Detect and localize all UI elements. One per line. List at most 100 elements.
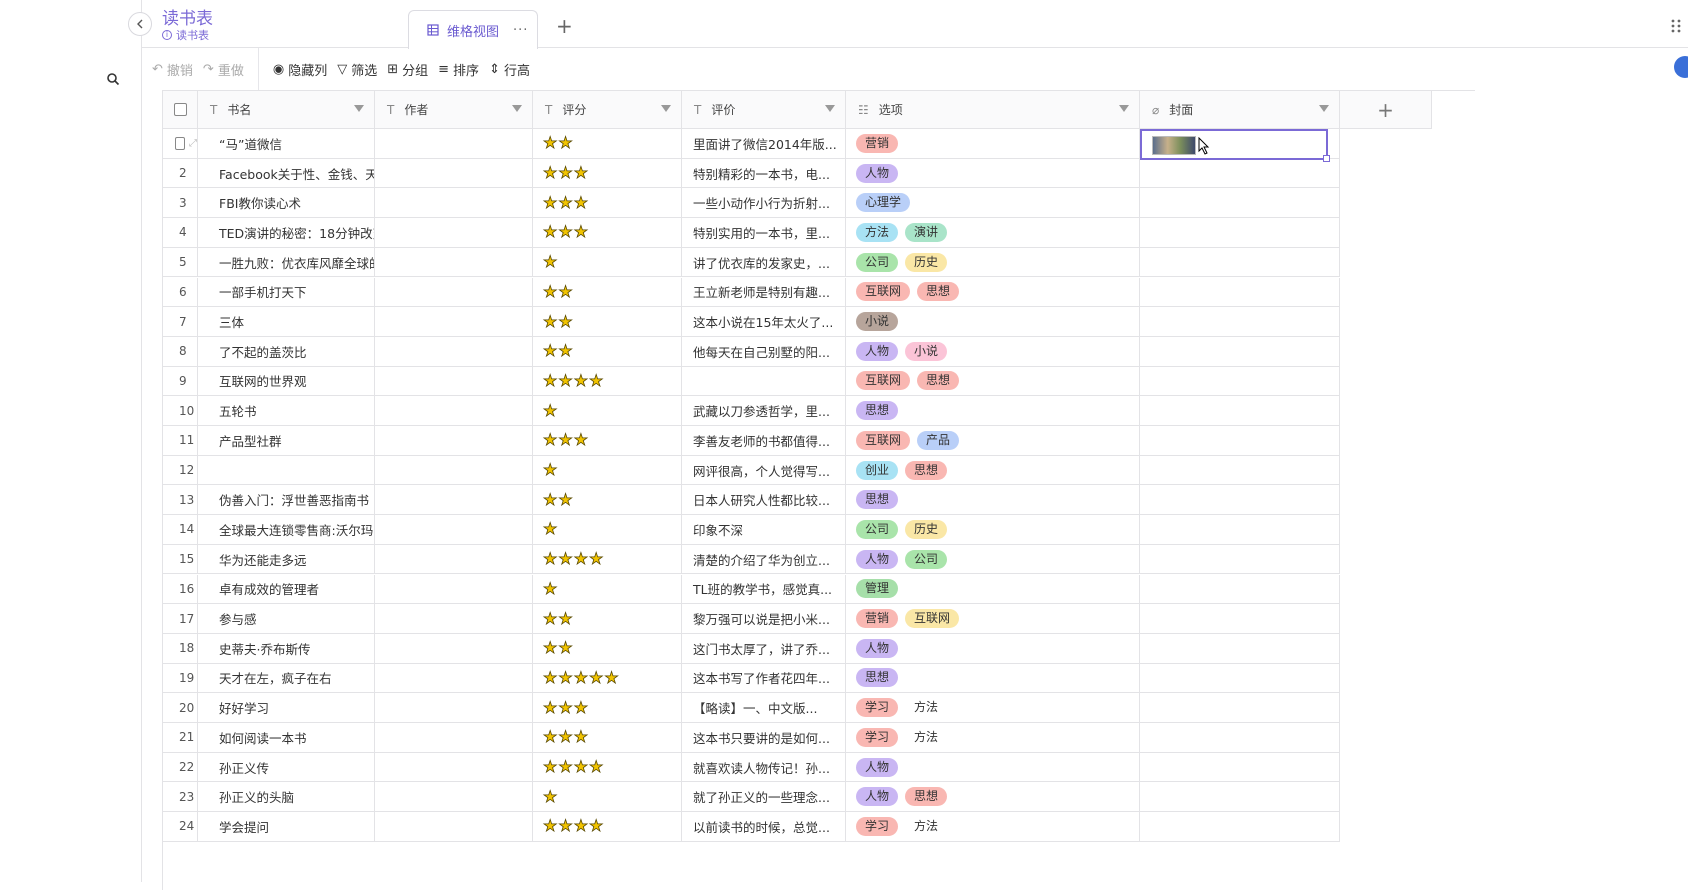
score-cell[interactable]: ★ ★ ★	[533, 158, 682, 189]
cover-cell[interactable]	[1140, 782, 1340, 813]
column-header-review[interactable]: T 评价	[682, 91, 846, 129]
cover-cell[interactable]	[1140, 485, 1340, 516]
author-cell[interactable]	[375, 604, 533, 634]
author-cell[interactable]	[375, 366, 533, 397]
review-cell[interactable]: 这本小说在15年太火了...	[682, 307, 846, 337]
undo-button[interactable]: ↶ 撤销	[152, 60, 193, 79]
author-cell[interactable]	[375, 455, 533, 486]
options-cell[interactable]: 学习 方法	[846, 723, 1140, 753]
table-row[interactable]: 12 ★ 网评很高，个人觉得写... 创业 思想	[163, 455, 1476, 486]
score-cell[interactable]: ★ ★	[533, 307, 682, 337]
table-row[interactable]: 18 史蒂夫·乔布斯传 ★ ★ 这门书太厚了，讲了乔... 人物	[163, 633, 1476, 664]
book-name-cell[interactable]: 三体	[198, 307, 375, 337]
select-all-checkbox[interactable]	[173, 103, 187, 116]
options-cell[interactable]: 人物 思想	[846, 782, 1140, 813]
review-cell[interactable]: 一些小动作小行为折射...	[682, 188, 846, 219]
options-cell[interactable]: 学习 方法	[846, 693, 1140, 723]
review-cell[interactable]: 清楚的介绍了华为创立...	[682, 544, 846, 575]
options-cell[interactable]: 公司 历史	[846, 247, 1140, 278]
cover-cell[interactable]	[1140, 633, 1340, 664]
options-cell[interactable]: 人物 公司	[846, 544, 1140, 575]
book-name-cell[interactable]: 互联网的世界观	[198, 366, 375, 397]
book-name-cell[interactable]: 华为还能走多远	[198, 544, 375, 575]
score-cell[interactable]: ★ ★ ★	[533, 693, 682, 723]
book-name-cell[interactable]: 好好学习	[198, 693, 375, 723]
options-cell[interactable]: 方法 演讲	[846, 218, 1140, 248]
review-cell[interactable]: 李善友老师的书都值得...	[682, 426, 846, 456]
score-cell[interactable]: ★ ★ ★ ★	[533, 812, 682, 842]
book-name-cell[interactable]: 天才在左，疯子在右	[198, 663, 375, 694]
options-cell[interactable]: 管理	[846, 574, 1140, 605]
table-row[interactable]: 19 天才在左，疯子在右 ★ ★ ★ ★ ★ 这本书写了作者花四年... 思想	[163, 663, 1476, 694]
column-menu-icon[interactable]	[825, 105, 835, 112]
options-cell[interactable]: 互联网 产品	[846, 426, 1140, 456]
review-cell[interactable]: 这门书太厚了，讲了乔...	[682, 633, 846, 664]
options-cell[interactable]: 互联网 思想	[846, 277, 1140, 308]
author-cell[interactable]	[375, 752, 533, 783]
table-row[interactable]: 11 产品型社群 ★ ★ ★ 李善友老师的书都值得... 互联网 产品	[163, 426, 1476, 456]
table-row[interactable]: 22 孙正义传 ★ ★ ★ ★ 就喜欢读人物传记！孙... 人物	[163, 752, 1476, 783]
options-cell[interactable]: 人物	[846, 752, 1140, 783]
cover-cell[interactable]	[1140, 812, 1340, 842]
column-menu-icon[interactable]	[1319, 105, 1329, 112]
score-cell[interactable]: ★	[533, 515, 682, 545]
score-cell[interactable]: ★ ★ ★ ★	[533, 752, 682, 783]
row-height-button[interactable]: ⇕ 行高	[489, 60, 530, 79]
cover-thumbnail[interactable]	[1152, 136, 1196, 155]
author-cell[interactable]	[375, 277, 533, 308]
cover-cell[interactable]	[1140, 723, 1340, 753]
review-cell[interactable]: 讲了优衣库的发家史，...	[682, 247, 846, 278]
book-name-cell[interactable]: 一胜九败：优衣库风靡全球的...	[198, 247, 375, 278]
selected-cover-cell[interactable]	[1140, 129, 1330, 162]
table-row[interactable]: 17 参与感 ★ ★ 黎万强可以说是把小米... 营销 互联网	[163, 604, 1476, 634]
column-menu-icon[interactable]	[512, 105, 522, 112]
table-row[interactable]: 6 一部手机打天下 ★ ★ 王立新老师是特别有趣... 互联网 思想	[163, 277, 1476, 308]
table-row[interactable]: 13 伪善入门：浮世善恶指南书 ★ ★ 日本人研究人性都比较... 思想	[163, 485, 1476, 516]
options-cell[interactable]: 学习 方法	[846, 812, 1140, 842]
score-cell[interactable]: ★	[533, 455, 682, 486]
review-cell[interactable]: 这本书写了作者花四年...	[682, 663, 846, 694]
score-cell[interactable]: ★ ★ ★	[533, 218, 682, 248]
score-cell[interactable]: ★ ★ ★	[533, 426, 682, 456]
author-cell[interactable]	[375, 188, 533, 219]
score-cell[interactable]: ★ ★ ★ ★ ★	[533, 663, 682, 694]
review-cell[interactable]: 他每天在自己别墅的阳...	[682, 336, 846, 367]
review-cell[interactable]: 里面讲了微信2014年版...	[682, 129, 846, 159]
review-cell[interactable]: 王立新老师是特别有趣...	[682, 277, 846, 308]
score-cell[interactable]: ★	[533, 247, 682, 278]
review-cell[interactable]: 武藏以刀参透哲学，里...	[682, 396, 846, 426]
book-name-cell[interactable]	[198, 455, 375, 486]
book-name-cell[interactable]: TED演讲的秘密：18分钟改变...	[198, 218, 375, 248]
column-menu-icon[interactable]	[1119, 105, 1129, 112]
options-cell[interactable]: 小说	[846, 307, 1140, 337]
column-menu-icon[interactable]	[661, 105, 671, 112]
options-cell[interactable]: 思想	[846, 663, 1140, 694]
table-row[interactable]: 16 卓有成效的管理者 ★ TL班的教学书，感觉真... 管理	[163, 574, 1476, 605]
options-cell[interactable]: 营销 互联网	[846, 604, 1140, 634]
review-cell[interactable]: 日本人研究人性都比较...	[682, 485, 846, 516]
score-cell[interactable]: ★ ★ ★	[533, 188, 682, 219]
cover-cell[interactable]	[1140, 544, 1340, 575]
column-header-score[interactable]: T 评分	[533, 91, 682, 129]
book-name-cell[interactable]: 伪善入门：浮世善恶指南书	[198, 485, 375, 516]
column-header-name[interactable]: T 书名	[198, 91, 375, 129]
score-cell[interactable]: ★ ★	[533, 277, 682, 308]
book-name-cell[interactable]: 产品型社群	[198, 426, 375, 456]
book-name-cell[interactable]: 史蒂夫·乔布斯传	[198, 633, 375, 664]
cover-cell[interactable]	[1140, 574, 1340, 605]
score-cell[interactable]: ★	[533, 782, 682, 813]
author-cell[interactable]	[375, 218, 533, 248]
sort-button[interactable]: ≡ 排序	[438, 60, 479, 79]
book-name-cell[interactable]: 卓有成效的管理者	[198, 574, 375, 605]
add-view-button[interactable]: +	[556, 14, 573, 38]
options-cell[interactable]: 公司 历史	[846, 515, 1140, 545]
author-cell[interactable]	[375, 396, 533, 426]
book-name-cell[interactable]: 参与感	[198, 604, 375, 634]
book-name-cell[interactable]: 了不起的盖茨比	[198, 336, 375, 367]
cover-cell[interactable]	[1140, 693, 1340, 723]
score-cell[interactable]: ★ ★	[533, 633, 682, 664]
more-icon[interactable]: ···	[513, 23, 528, 38]
score-cell[interactable]: ★ ★	[533, 604, 682, 634]
cover-cell[interactable]	[1140, 752, 1340, 783]
table-row[interactable]: 15 华为还能走多远 ★ ★ ★ ★ 清楚的介绍了华为创立... 人物 公司	[163, 544, 1476, 575]
